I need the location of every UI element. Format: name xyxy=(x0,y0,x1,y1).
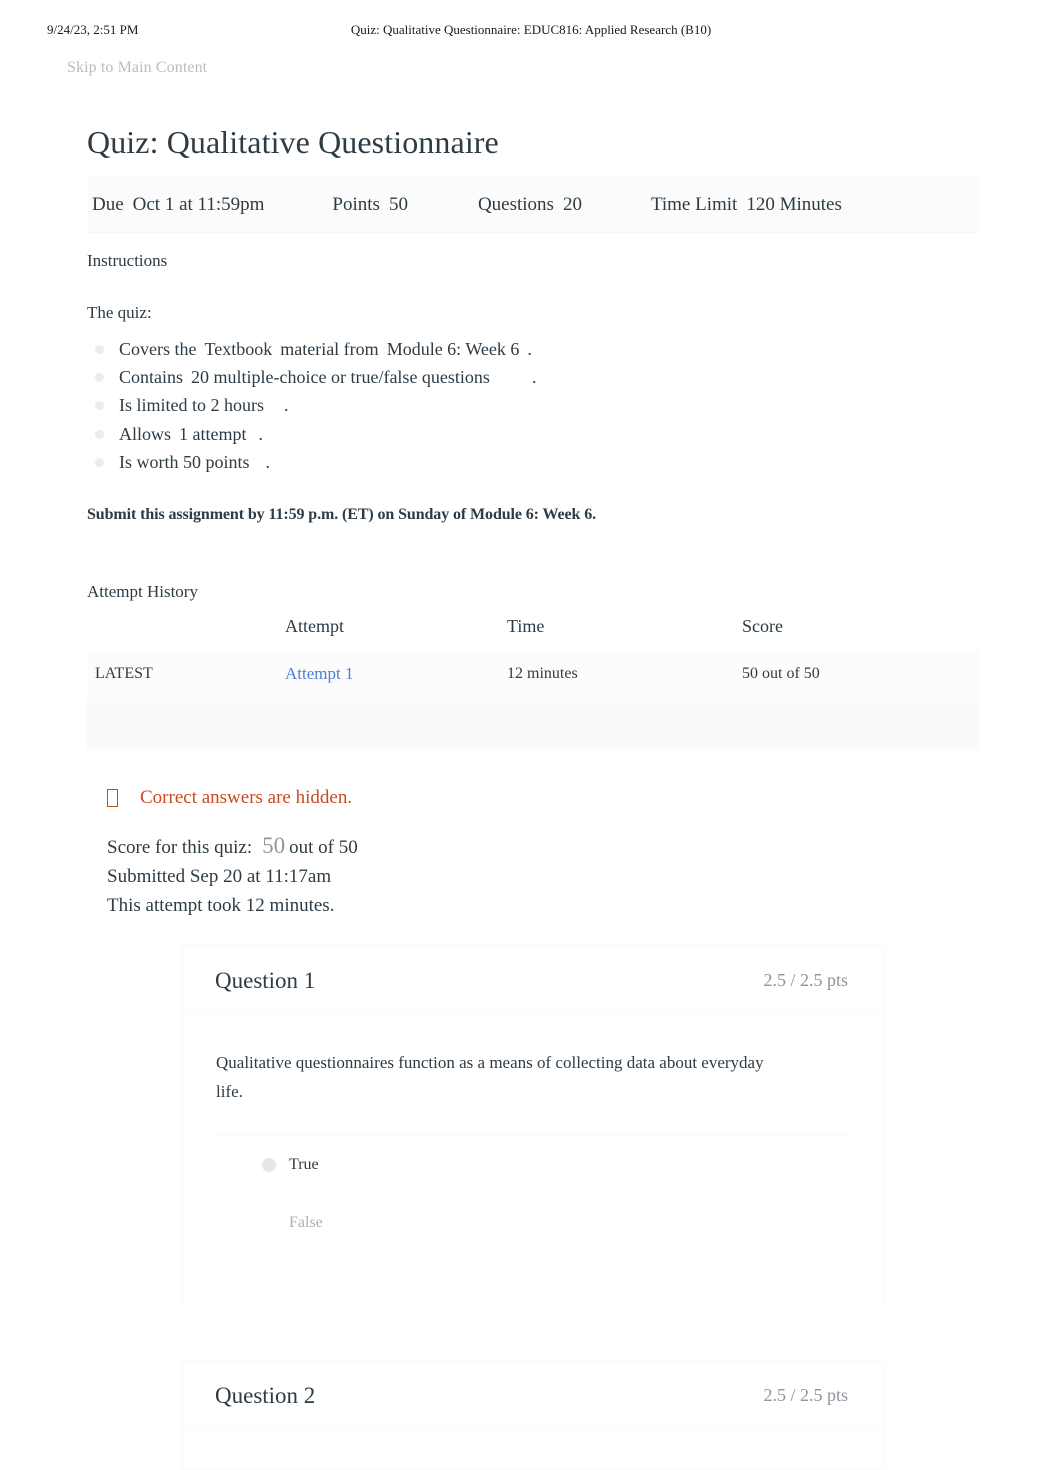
instr-part-d: Module 6: Week 6 xyxy=(386,339,520,359)
cell-spacer xyxy=(507,698,742,752)
instructions-list: Covers the Textbook material from Module 6:… xyxy=(87,335,982,476)
column-header-attempt: Attempt xyxy=(285,616,344,637)
cell-spacer xyxy=(87,698,285,752)
list-item: Is limited to 2 hours. xyxy=(87,391,982,419)
score-out-of: out of 50 xyxy=(289,837,358,859)
list-item: Allows 1 attempt. xyxy=(87,420,982,448)
score-value: 50 xyxy=(262,833,286,859)
meta-questions-value: 20 xyxy=(562,193,582,215)
column-header-score: Score xyxy=(742,616,783,637)
hidden-answers-warning: Correct answers are hidden. xyxy=(107,787,982,809)
instr-part-a: Allows xyxy=(119,423,172,444)
question-2-body xyxy=(184,1430,882,1469)
question-1-header: Question 1 2.5 / 2.5 pts xyxy=(184,947,882,1016)
question-1-points: 2.5 / 2.5 pts xyxy=(763,970,848,991)
meta-time-limit: Time Limit 120 Minutes xyxy=(651,194,842,216)
question-1-text: Qualitative questionnaires function as a… xyxy=(216,1053,764,1102)
question-card-2: Question 2 2.5 / 2.5 pts xyxy=(183,1361,883,1470)
warning-icon xyxy=(107,789,118,808)
main-content: Quiz: Qualitative Questionnaire Due Oct … xyxy=(87,122,982,1470)
instr-part-e: . xyxy=(258,423,264,444)
question-1-name: Question 1 xyxy=(215,967,316,993)
duration-line: This attempt took 12 minutes. xyxy=(107,895,335,917)
list-item: Contains 20 multiple-choice or true/false… xyxy=(87,363,982,391)
answer-label: True xyxy=(289,1155,319,1173)
instr-part-b: Textbook xyxy=(204,339,273,359)
instr-part-a: Covers the xyxy=(119,339,197,359)
list-item: Is worth 50 points. xyxy=(87,448,982,476)
meta-due: Due Oct 1 at 11:59pm xyxy=(92,194,264,216)
attempt-1-link[interactable]: Attempt 1 xyxy=(285,664,353,683)
question-1-answers: True False xyxy=(216,1135,850,1251)
score-line: Score for this quiz: 50 out of 50 xyxy=(107,831,982,862)
question-2-header: Question 2 2.5 / 2.5 pts xyxy=(184,1362,882,1431)
question-card-1: Question 1 2.5 / 2.5 pts Qualitative que… xyxy=(183,946,883,1305)
score-label: Score for this quiz: xyxy=(107,837,253,859)
instr-part-e: . xyxy=(531,367,537,388)
instr-part-e: . xyxy=(265,451,271,472)
instr-part-c: material from xyxy=(280,339,379,359)
meta-questions: Questions 20 xyxy=(478,194,582,216)
column-header-kept xyxy=(87,616,285,651)
instr-part-b: 20 multiple-choice or true/false questio… xyxy=(191,367,490,388)
submitted-line: Submitted Sep 20 at 11:17am xyxy=(107,866,332,888)
instr-part-e: . xyxy=(527,339,532,359)
instructions-lead: The quiz: xyxy=(87,303,152,322)
meta-points-label: Points xyxy=(332,193,380,215)
column-header-time: Time xyxy=(507,616,545,637)
table-row-spacer xyxy=(87,698,980,752)
cell-spacer xyxy=(742,698,980,752)
score-summary: Score for this quiz: 50 out of 50 Submitte… xyxy=(107,831,982,920)
submit-instruction-note: Submit this assignment by 11:59 p.m. (ET… xyxy=(87,506,597,524)
attempt-history-heading: Attempt History xyxy=(87,582,198,602)
list-item: Covers the Textbook material from Module 6:… xyxy=(87,335,982,363)
question-2-name: Question 2 xyxy=(215,1382,316,1408)
instructions-heading: Instructions xyxy=(87,251,168,270)
cell-spacer xyxy=(285,698,507,752)
attempt-history-table: Attempt Time Score LATEST Attempt 1 12 m… xyxy=(87,616,980,752)
instr-part-a: Contains xyxy=(119,367,184,388)
answer-label: False xyxy=(289,1213,323,1231)
print-page-title: Quiz: Qualitative Questionnaire: EDUC816… xyxy=(350,22,712,37)
question-1-answers-padding xyxy=(216,1251,850,1297)
page-title: Quiz: Qualitative Questionnaire xyxy=(87,124,499,160)
answer-option-true[interactable]: True xyxy=(216,1136,850,1195)
table-row: LATEST Attempt 1 12 minutes 50 out of 50 xyxy=(87,651,980,699)
cell-score: 50 out of 50 xyxy=(742,665,820,683)
instr-part-e: . xyxy=(284,395,289,416)
meta-time-limit-value: 120 Minutes xyxy=(746,193,842,215)
question-2-points: 2.5 / 2.5 pts xyxy=(763,1385,848,1406)
radio-unselected-icon xyxy=(262,1216,276,1230)
hidden-answers-warning-text: Correct answers are hidden. xyxy=(140,787,353,809)
meta-due-label: Due xyxy=(92,193,124,215)
meta-time-limit-label: Time Limit xyxy=(650,193,738,215)
answer-option-false[interactable]: False xyxy=(216,1194,850,1251)
meta-questions-label: Questions xyxy=(477,193,554,215)
table-header-row: Attempt Time Score xyxy=(87,616,980,651)
cell-time: 12 minutes xyxy=(507,665,578,683)
meta-points: Points 50 xyxy=(332,194,408,216)
meta-due-value: Oct 1 at 11:59pm xyxy=(132,193,265,215)
cell-kept-badge: LATEST xyxy=(95,665,153,683)
radio-selected-icon xyxy=(262,1157,276,1172)
skip-to-main-content-link[interactable]: Skip to Main Content xyxy=(67,59,207,77)
quiz-meta-bar: Due Oct 1 at 11:59pm Points 50 Questions… xyxy=(87,176,980,233)
cell-attempt: Attempt 1 xyxy=(285,651,507,698)
instr-part-b: 1 attempt xyxy=(179,423,247,444)
print-header: 9/24/23, 2:51 PM Quiz: Qualitative Quest… xyxy=(0,22,1062,44)
question-1-body: Qualitative questionnaires function as a… xyxy=(184,1015,882,1303)
instr-part-a: Is worth 50 points xyxy=(119,451,250,472)
instr-part-a: Is limited to 2 hours xyxy=(119,395,264,416)
meta-points-value: 50 xyxy=(388,193,408,215)
